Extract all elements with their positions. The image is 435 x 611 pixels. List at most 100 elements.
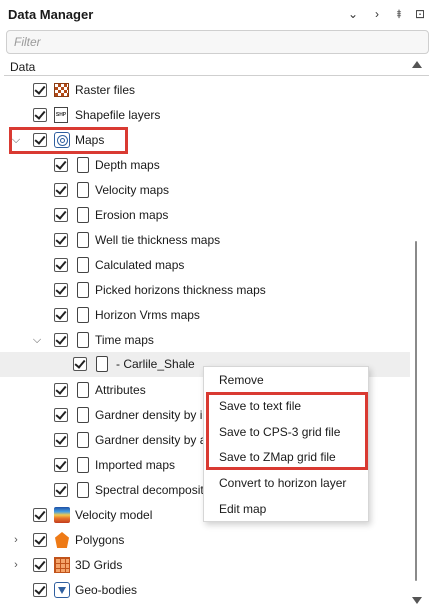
tree-item-depth-maps[interactable]: Depth maps xyxy=(0,153,410,178)
tree-item-maps[interactable]: ⌵ Maps xyxy=(0,128,410,153)
tree-item-label: Attributes xyxy=(95,383,146,397)
filter-input[interactable]: Filter xyxy=(6,30,429,54)
folder-page-icon xyxy=(77,482,89,498)
panel-titlebar: Data Manager ⌄ › ⯒ ⊡ xyxy=(0,0,435,30)
folder-page-icon xyxy=(77,432,89,448)
folder-page-icon xyxy=(77,382,89,398)
folder-page-icon xyxy=(77,182,89,198)
menu-item-edit-map[interactable]: Edit map xyxy=(219,499,266,519)
checkbox[interactable] xyxy=(33,508,47,522)
column-header-label: Data xyxy=(10,60,36,74)
polygon-icon xyxy=(54,532,70,548)
tree-item-label: Maps xyxy=(75,133,105,147)
tree-item-shapefile-layers[interactable]: SHP Shapefile layers xyxy=(0,103,410,128)
chevron-right-icon[interactable]: › xyxy=(10,534,22,546)
checkbox[interactable] xyxy=(54,458,68,472)
expand-icon[interactable]: › xyxy=(370,6,384,22)
shapefile-icon: SHP xyxy=(54,107,68,123)
checkbox[interactable] xyxy=(54,258,68,272)
folder-page-icon xyxy=(77,407,89,423)
tree-item-raster-files[interactable]: Raster files xyxy=(0,78,410,103)
tree-item-label: Picked horizons thickness maps xyxy=(95,283,266,297)
velocity-model-icon xyxy=(54,507,70,523)
menu-item-convert-horizon[interactable]: Convert to horizon layer xyxy=(219,473,346,493)
tree-item-label: Horizon Vrms maps xyxy=(95,308,200,322)
tree-item-picked-horizons-thickness-maps[interactable]: Picked horizons thickness maps xyxy=(0,278,410,303)
tree-item-label: Time maps xyxy=(95,333,154,347)
raster-icon xyxy=(54,83,69,97)
column-header-data[interactable]: Data xyxy=(4,58,429,76)
checkbox[interactable] xyxy=(54,283,68,297)
map-page-icon xyxy=(96,356,108,372)
menu-item-remove[interactable]: Remove xyxy=(219,370,264,390)
folder-page-icon xyxy=(77,457,89,473)
tree-item-label: Calculated maps xyxy=(95,258,185,272)
tree-item-geo-bodies[interactable]: Geo-bodies xyxy=(0,578,410,603)
tree-item-well-tie-thickness-maps[interactable]: Well tie thickness maps xyxy=(0,228,410,253)
menu-item-save-cps3[interactable]: Save to CPS-3 grid file xyxy=(219,422,340,442)
folder-page-icon xyxy=(77,157,89,173)
checkbox[interactable] xyxy=(54,158,68,172)
checkbox[interactable] xyxy=(54,333,68,347)
tree-item-label: Geo-bodies xyxy=(75,583,138,597)
folder-page-icon xyxy=(77,332,89,348)
tree-item-3d-grids[interactable]: › 3D Grids xyxy=(0,553,410,578)
tree-item-horizon-vrms-maps[interactable]: Horizon Vrms maps xyxy=(0,303,410,328)
menu-item-save-zmap[interactable]: Save to ZMap grid file xyxy=(219,447,336,467)
chevron-right-icon[interactable]: › xyxy=(10,559,22,571)
scroll-thumb[interactable] xyxy=(415,241,417,581)
checkbox[interactable] xyxy=(54,483,68,497)
tree-item-calculated-maps[interactable]: Calculated maps xyxy=(0,253,410,278)
chevron-down-icon[interactable]: ⌵ xyxy=(31,334,43,346)
tree-item-label: Spectral decomposit xyxy=(95,483,204,497)
folder-page-icon xyxy=(77,257,89,273)
tree-item-label: Depth maps xyxy=(95,158,160,172)
tree-item-label: - Carlile_Shale xyxy=(116,357,195,371)
pin-icon[interactable]: ⯒ xyxy=(392,6,406,22)
collapse-icon[interactable]: ⌄ xyxy=(346,6,360,22)
geo-body-icon xyxy=(54,582,70,598)
float-panel-icon[interactable]: ⊡ xyxy=(413,6,427,22)
checkbox[interactable] xyxy=(54,408,68,422)
checkbox[interactable] xyxy=(33,133,47,147)
tree-item-label: Raster files xyxy=(75,83,136,97)
checkbox[interactable] xyxy=(33,108,47,122)
tree-item-label: Erosion maps xyxy=(95,208,169,222)
folder-page-icon xyxy=(77,282,89,298)
menu-item-save-text[interactable]: Save to text file xyxy=(219,396,301,416)
maps-icon xyxy=(54,132,70,148)
chevron-down-icon[interactable]: ⌵ xyxy=(10,134,22,146)
folder-page-icon xyxy=(77,207,89,223)
tree-item-erosion-maps[interactable]: Erosion maps xyxy=(0,203,410,228)
tree-item-label: Gardner density by a xyxy=(95,433,207,447)
tree-item-label: Well tie thickness maps xyxy=(95,233,221,247)
tree-item-polygons[interactable]: › Polygons xyxy=(0,528,410,553)
tree-item-velocity-maps[interactable]: Velocity maps xyxy=(0,178,410,203)
checkbox[interactable] xyxy=(54,183,68,197)
checkbox[interactable] xyxy=(54,383,68,397)
tree-item-label: Velocity model xyxy=(75,508,153,522)
checkbox[interactable] xyxy=(54,208,68,222)
checkbox[interactable] xyxy=(33,533,47,547)
folder-page-icon xyxy=(77,307,89,323)
grid-3d-icon xyxy=(54,557,70,573)
scroll-down-icon[interactable] xyxy=(412,597,422,604)
panel-title: Data Manager xyxy=(8,7,94,22)
vertical-scrollbar[interactable] xyxy=(410,58,424,608)
tree-item-time-maps[interactable]: ⌵ Time maps xyxy=(0,328,410,353)
tree-item-label: Gardner density by i xyxy=(95,408,203,422)
folder-page-icon xyxy=(77,232,89,248)
checkbox[interactable] xyxy=(33,558,47,572)
checkbox[interactable] xyxy=(73,357,87,371)
tree-item-label: 3D Grids xyxy=(75,558,123,572)
checkbox[interactable] xyxy=(54,308,68,322)
checkbox[interactable] xyxy=(54,233,68,247)
tree-item-label: Polygons xyxy=(75,533,125,547)
checkbox[interactable] xyxy=(54,433,68,447)
scroll-up-icon[interactable] xyxy=(412,61,422,68)
tree-item-label: Imported maps xyxy=(95,458,176,472)
tree-item-label: Shapefile layers xyxy=(75,108,161,122)
checkbox[interactable] xyxy=(33,583,47,597)
tree-item-label: Velocity maps xyxy=(95,183,170,197)
checkbox[interactable] xyxy=(33,83,47,97)
